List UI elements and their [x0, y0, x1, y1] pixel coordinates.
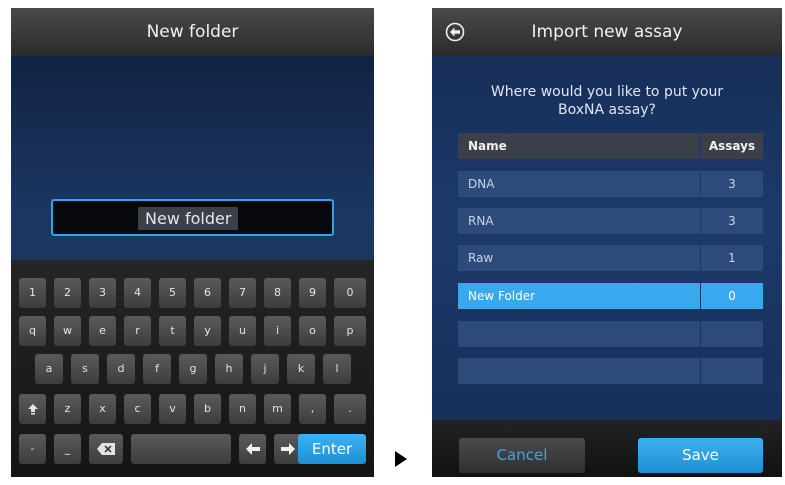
key-8[interactable]: 8	[264, 278, 291, 308]
key-z[interactable]: z	[54, 394, 81, 424]
arrow-right-icon	[280, 443, 295, 455]
key-j[interactable]: j	[251, 354, 279, 384]
table-row[interactable]: DNA 3	[458, 171, 763, 197]
key-0[interactable]: 0	[334, 278, 366, 308]
key-t[interactable]: t	[159, 316, 186, 346]
assay-count-cell: 3	[701, 171, 763, 197]
assay-count-cell	[701, 358, 763, 384]
key-6[interactable]: 6	[194, 278, 221, 308]
key-m[interactable]: m	[264, 394, 291, 424]
folder-name-cell: RNA	[458, 208, 700, 234]
new-folder-title: New folder	[11, 8, 374, 56]
cursor-right-key[interactable]	[274, 434, 301, 464]
shift-icon	[27, 404, 38, 415]
key-n[interactable]: n	[229, 394, 256, 424]
new-folder-screen: New folder New folder 1 2 3 4 5 6 7 8 9 …	[11, 8, 374, 477]
space-key[interactable]	[131, 434, 231, 464]
table-row[interactable]: Raw 1	[458, 245, 763, 271]
folder-name-input[interactable]: New folder	[51, 199, 334, 236]
key-q[interactable]: q	[19, 316, 46, 346]
backspace-key[interactable]	[89, 434, 123, 464]
cancel-button[interactable]: Cancel	[459, 438, 585, 473]
key-underscore[interactable]: _	[54, 434, 81, 464]
import-footer: Cancel Save	[432, 420, 782, 477]
column-header-assays: Assays	[701, 133, 763, 159]
enter-key[interactable]: Enter	[298, 434, 366, 464]
key-u[interactable]: u	[229, 316, 256, 346]
cursor-left-key[interactable]	[239, 434, 266, 464]
key-1[interactable]: 1	[19, 278, 46, 308]
assay-count-cell: 3	[701, 208, 763, 234]
backspace-icon	[97, 443, 115, 455]
key-b[interactable]: b	[194, 394, 221, 424]
folder-name-cell: Raw	[458, 245, 700, 271]
folder-name-cell	[458, 321, 700, 347]
key-e[interactable]: e	[89, 316, 116, 346]
folder-name-cell: DNA	[458, 171, 700, 197]
key-d[interactable]: d	[107, 354, 135, 384]
table-row-empty[interactable]	[458, 358, 763, 384]
key-w[interactable]: w	[54, 316, 81, 346]
folder-name-cell	[458, 358, 700, 384]
key-7[interactable]: 7	[229, 278, 256, 308]
next-step-arrow-icon	[395, 451, 407, 467]
save-button[interactable]: Save	[638, 438, 763, 473]
folder-name-cell: New Folder	[458, 283, 700, 309]
key-a[interactable]: a	[35, 354, 63, 384]
folder-name-selected-text: New folder	[138, 207, 239, 230]
key-9[interactable]: 9	[299, 278, 326, 308]
assay-count-cell: 1	[701, 245, 763, 271]
key-p[interactable]: p	[334, 316, 366, 346]
key-o[interactable]: o	[299, 316, 326, 346]
column-header-name: Name	[458, 133, 700, 159]
key-3[interactable]: 3	[89, 278, 116, 308]
destination-question: Where would you like to put your BoxNA a…	[490, 84, 724, 118]
key-i[interactable]: i	[264, 316, 291, 346]
table-row[interactable]: RNA 3	[458, 208, 763, 234]
shift-key[interactable]	[19, 394, 46, 424]
key-5[interactable]: 5	[159, 278, 186, 308]
table-row-empty[interactable]	[458, 321, 763, 347]
on-screen-keyboard: 1 2 3 4 5 6 7 8 9 0 q w e r t y u i o p …	[11, 260, 374, 477]
key-hyphen[interactable]: -	[19, 434, 46, 464]
key-4[interactable]: 4	[124, 278, 151, 308]
key-g[interactable]: g	[179, 354, 207, 384]
key-period[interactable]: .	[334, 394, 366, 424]
assay-count-cell: 0	[701, 283, 763, 309]
back-arrow-circle-icon[interactable]	[445, 22, 465, 42]
import-assay-screen: Import new assay Where would you like to…	[432, 8, 782, 477]
key-comma[interactable]: ,	[299, 394, 326, 424]
assay-count-cell	[701, 321, 763, 347]
key-l[interactable]: l	[323, 354, 351, 384]
key-s[interactable]: s	[71, 354, 99, 384]
key-h[interactable]: h	[215, 354, 243, 384]
table-row-selected[interactable]: New Folder 0	[458, 283, 763, 309]
key-y[interactable]: y	[194, 316, 221, 346]
import-assay-titlebar: Import new assay	[432, 8, 782, 56]
key-x[interactable]: x	[89, 394, 116, 424]
key-k[interactable]: k	[287, 354, 315, 384]
arrow-left-icon	[245, 443, 260, 455]
key-f[interactable]: f	[143, 354, 171, 384]
key-r[interactable]: r	[124, 316, 151, 346]
import-assay-title: Import new assay	[531, 22, 683, 42]
key-v[interactable]: v	[159, 394, 186, 424]
key-c[interactable]: c	[124, 394, 151, 424]
folder-table-header: Name Assays	[458, 133, 763, 159]
key-2[interactable]: 2	[54, 278, 81, 308]
